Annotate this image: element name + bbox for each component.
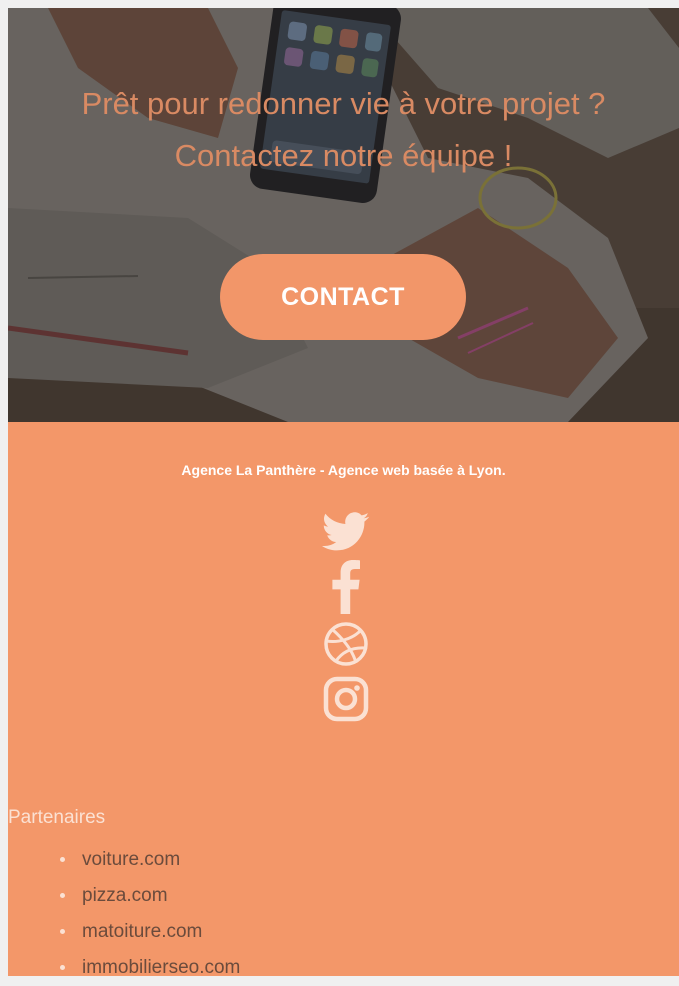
bullet-icon [60,929,65,934]
list-item: immobilierseo.com [60,950,240,986]
instagram-icon[interactable] [320,674,372,724]
partner-link[interactable]: immobilierseo.com [82,957,240,978]
partners-list: voiture.com pizza.com matoiture.com immo… [60,842,240,986]
bullet-icon [60,893,65,898]
partner-link[interactable]: pizza.com [82,885,168,906]
twitter-icon[interactable] [320,510,372,554]
partner-link[interactable]: voiture.com [82,849,180,870]
facebook-icon[interactable] [320,559,372,615]
dribbble-icon[interactable] [320,620,372,668]
hero-title-line-2: Contactez notre équipe ! [174,138,513,173]
list-item: pizza.com [60,878,240,914]
partner-link[interactable]: matoiture.com [82,921,202,942]
list-item: matoiture.com [60,914,240,950]
bullet-icon [60,965,65,970]
agency-tagline: Agence La Panthère - Agence web basée à … [181,462,506,478]
list-item: voiture.com [60,842,240,878]
hero-overlay [8,8,679,422]
bullet-icon [60,857,65,862]
hero-section: Prêt pour redonner vie à votre projet ? … [8,8,679,422]
footer: Agence La Panthère - Agence web basée à … [8,422,679,978]
contact-button[interactable]: CONTACT [220,254,466,340]
hero-headline: Prêt pour redonner vie à votre projet ? … [8,78,679,182]
partners-title: Partenaires [8,807,106,828]
hero-title-line-1: Prêt pour redonner vie à votre projet ? [81,86,606,121]
